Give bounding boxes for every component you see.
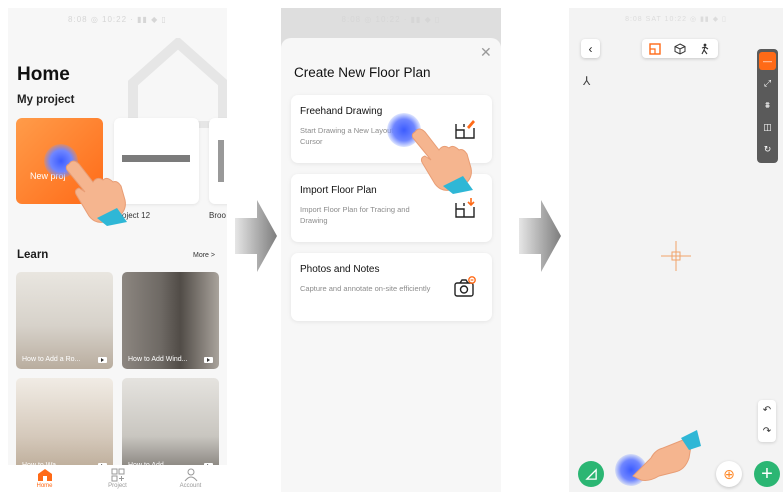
tab-label: Project — [108, 483, 127, 489]
add-button[interactable]: + — [754, 461, 780, 487]
video-card[interactable]: How to Add Wind... — [122, 272, 219, 369]
redo-icon[interactable]: ↷ — [763, 426, 771, 437]
compass-icon: ⅄ — [583, 74, 591, 88]
option-description: Capture and annotate on-site efficiently — [300, 284, 431, 293]
option-photos-and-notes[interactable]: Photos and Notes Capture and annotate on… — [291, 253, 492, 321]
undo-icon[interactable]: ↶ — [763, 405, 771, 416]
tab-project[interactable]: Project — [98, 468, 138, 489]
play-icon — [98, 356, 107, 363]
view-mode-switcher — [642, 39, 718, 58]
tab-label: Account — [179, 483, 202, 489]
3d-cube-icon[interactable] — [674, 42, 686, 55]
user-icon — [184, 468, 197, 482]
status-bar: 8:08 SAT 10:22 ◎ ▮▮ ◆ ▯ — [569, 8, 783, 30]
section-title-learn: Learn — [17, 249, 49, 261]
create-floor-plan-screen: 8:08 ◎ 10:22 · ▮▮ ◆ ▯ ✕ Create New Floor… — [281, 8, 501, 492]
status-bar: 8:08 ◎ 10:22 · ▮▮ ◆ ▯ — [68, 14, 167, 24]
play-icon — [204, 356, 213, 363]
walk-icon[interactable] — [699, 43, 711, 55]
video-title: How to Add Wind... — [128, 356, 188, 363]
section-title-projects: My project — [17, 94, 75, 106]
video-card[interactable]: How to Add a Ro... — [16, 272, 113, 369]
video-title: How to Add a Ro... — [22, 356, 81, 363]
project-card[interactable] — [209, 118, 227, 204]
project-name: Broo — [209, 211, 226, 220]
project-thumbnail — [218, 140, 224, 182]
crosshair-cursor-icon — [661, 241, 691, 271]
video-card[interactable]: How to Wa... — [16, 378, 113, 475]
stairs-tool-button[interactable]: ⩩ — [759, 96, 776, 114]
bottom-tab-bar: Home Project Account — [8, 465, 227, 492]
sheet-title: Create New Floor Plan — [294, 65, 431, 80]
drawing-canvas-screen: 8:08 SAT 10:22 ◎ ▮▮ ◆ ▯ ‹ ⅄ — ⤢ ⩩ ◫ ↻ ↶ … — [569, 8, 783, 492]
wall-tool-button[interactable]: — — [759, 52, 776, 70]
video-card[interactable]: How to Add... — [122, 378, 219, 475]
watermark-logo — [128, 38, 227, 128]
floorplan-import-icon — [455, 198, 475, 218]
draw-toolbar: — ⤢ ⩩ ◫ ↻ — [757, 49, 778, 163]
tab-account[interactable]: Account — [171, 468, 211, 489]
back-button[interactable]: ‹ — [581, 39, 600, 58]
room-tool-button[interactable]: ◫ — [759, 118, 776, 136]
camera-icon — [454, 276, 476, 297]
undo-redo-panel: ↶ ↷ — [758, 400, 776, 442]
layers-button[interactable] — [578, 461, 604, 487]
home-icon — [37, 469, 52, 481]
hand-pointer-icon — [411, 128, 473, 194]
recenter-button[interactable]: ⊕ — [716, 461, 742, 487]
more-link[interactable]: More > — [193, 252, 215, 259]
grid-icon — [111, 468, 124, 482]
ruler-icon — [584, 467, 597, 480]
option-description: Import Floor Plan for Tracing and Drawin… — [300, 205, 410, 225]
option-heading: Import Floor Plan — [300, 185, 377, 196]
hand-pointer-icon — [632, 430, 701, 481]
2d-plan-icon[interactable] — [648, 42, 661, 55]
page-title: Home — [17, 64, 70, 85]
close-icon[interactable]: ✕ — [480, 44, 492, 61]
step-arrow-icon — [519, 200, 561, 272]
hand-pointer-icon — [65, 160, 127, 226]
home-screen: 8:08 ◎ 10:22 · ▮▮ ◆ ▯ Home My project Ne… — [8, 8, 227, 492]
step-arrow-icon — [235, 200, 277, 272]
tab-home[interactable]: Home — [25, 468, 65, 489]
rotate-tool-button[interactable]: ↻ — [759, 140, 776, 158]
status-bar: 8:08 ◎ 10:22 · ▮▮ ◆ ▯ — [341, 14, 441, 24]
option-heading: Photos and Notes — [300, 264, 380, 275]
line-tool-button[interactable]: ⤢ — [759, 74, 776, 92]
tab-label: Home — [36, 483, 53, 489]
option-heading: Freehand Drawing — [300, 106, 383, 117]
